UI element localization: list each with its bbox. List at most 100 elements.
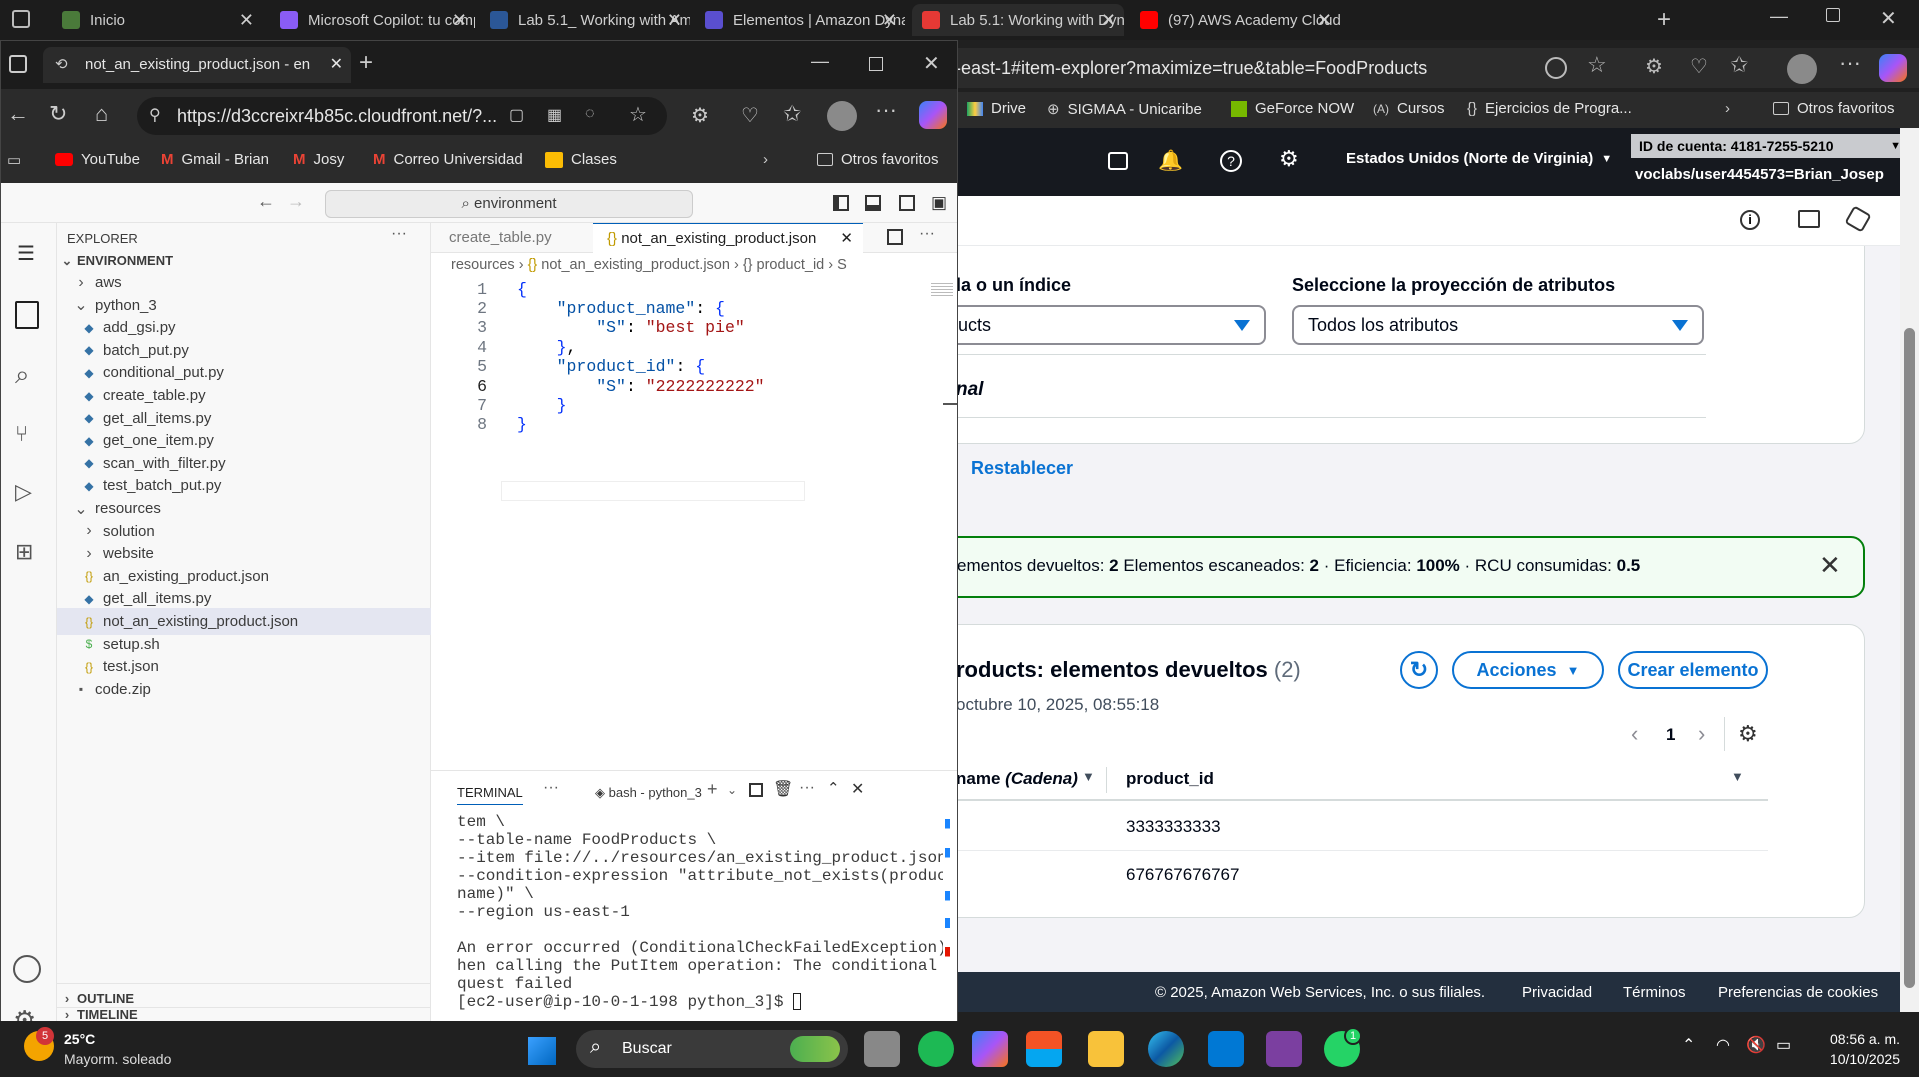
- reset-button[interactable]: Restablecer: [971, 458, 1073, 479]
- browser-tab[interactable]: Lab 5.1: Working with Dynan ✕: [912, 4, 1124, 36]
- privacy-link[interactable]: Privacidad: [1522, 984, 1592, 1001]
- editor-more-icon[interactable]: ···: [919, 225, 935, 243]
- timeline-section[interactable]: › TIMELINE: [57, 1007, 431, 1022]
- browser-tab[interactable]: Elementos | Amazon Dynam ✕: [695, 4, 905, 36]
- clock-date[interactable]: 10/10/2025: [1818, 1051, 1900, 1067]
- tree-item[interactable]: ▪ code.zip: [57, 676, 431, 703]
- favorites-icon[interactable]: ✩: [783, 101, 801, 127]
- cloudshell-icon[interactable]: [1108, 152, 1128, 170]
- new-terminal-icon[interactable]: +: [707, 779, 718, 800]
- nav-back-icon[interactable]: ←: [257, 191, 275, 212]
- cookie-preferences-link[interactable]: Preferencias de cookies: [1718, 984, 1878, 1001]
- explorer-files-icon[interactable]: [15, 301, 39, 329]
- bookmarks-overflow-chevron-icon[interactable]: ›: [1725, 100, 1730, 117]
- close-tab-icon[interactable]: ✕: [882, 10, 897, 31]
- settings-gear-icon[interactable]: ⚙: [1279, 146, 1299, 172]
- scrollbar-thumb[interactable]: [1904, 328, 1915, 988]
- browser-tab[interactable]: (97) AWS Academy Cloud De✕: [1130, 4, 1340, 36]
- trash-icon[interactable]: 🗑: [773, 779, 793, 799]
- bookmarks-overflow-chevron-icon[interactable]: ›: [763, 151, 768, 168]
- notifications-panel-icon[interactable]: [1798, 210, 1820, 228]
- terminal-shell-selector[interactable]: ◈ bash - python_3: [595, 785, 702, 801]
- nav-forward-icon[interactable]: →: [287, 191, 305, 212]
- favorite-star-icon[interactable]: ☆: [1587, 52, 1607, 78]
- spotify-icon[interactable]: [918, 1031, 954, 1067]
- page-scrollbar[interactable]: [1900, 128, 1919, 1012]
- profile-avatar[interactable]: [1787, 54, 1817, 84]
- volume-muted-icon[interactable]: 🔇: [1746, 1035, 1766, 1055]
- menu-icon[interactable]: ☰: [17, 241, 35, 266]
- customize-layout-icon[interactable]: ▣: [931, 193, 947, 213]
- sort-caret-icon[interactable]: ▼: [1731, 769, 1744, 784]
- store-icon[interactable]: [1026, 1031, 1062, 1067]
- minimize-button[interactable]: —: [1770, 6, 1788, 27]
- bookmark-otros-favoritos[interactable]: Otros favoritos: [1773, 100, 1895, 117]
- user-label[interactable]: voclabs/user4454573=Brian_Josep: [1635, 166, 1884, 183]
- start-windows-icon[interactable]: [528, 1037, 556, 1065]
- close-panel-icon[interactable]: ✕: [851, 779, 864, 799]
- tab-not-an-existing-product[interactable]: {} not_an_existing_product.json ✕: [593, 223, 863, 254]
- weather-desc[interactable]: Mayorm. soleado: [64, 1051, 171, 1067]
- site-info-icon[interactable]: ⚲: [149, 105, 161, 125]
- new-tab-button[interactable]: +: [1657, 6, 1671, 34]
- code-line[interactable]: 8}: [431, 413, 957, 437]
- performance-icon[interactable]: ♡: [1690, 54, 1708, 79]
- battery-icon[interactable]: ▭: [1776, 1035, 1791, 1055]
- vscode-app-icon[interactable]: [1208, 1031, 1244, 1067]
- bookmark-clases[interactable]: Clases: [545, 151, 617, 168]
- extensions-icon[interactable]: ⚙: [1645, 54, 1663, 79]
- task-view-icon[interactable]: [864, 1031, 900, 1067]
- tab-actions-icon[interactable]: [12, 10, 30, 28]
- bookmark-josy[interactable]: M Josy: [293, 151, 344, 168]
- bookmark-otros-favoritos[interactable]: Otros favoritos: [817, 151, 939, 168]
- cloudwatch-icon[interactable]: [1844, 205, 1872, 233]
- table-row[interactable]: 676767676767: [955, 851, 1768, 899]
- bookmark-ejercicios[interactable]: {} Ejercicios de Progra...: [1467, 100, 1632, 117]
- toggle-secondary-sidebar-icon[interactable]: [899, 195, 915, 211]
- info-icon[interactable]: i: [1740, 210, 1760, 230]
- split-editor-icon[interactable]: [887, 229, 903, 245]
- index-select[interactable]: ucts: [955, 305, 1266, 345]
- close-tab-icon[interactable]: ✕: [1101, 10, 1116, 31]
- sort-caret-icon[interactable]: ▼: [1082, 769, 1095, 784]
- terminal-more-icon[interactable]: ···: [799, 779, 815, 797]
- screenshot-icon[interactable]: ▢: [509, 105, 524, 125]
- browser-tab[interactable]: Inicio ✕: [52, 4, 262, 36]
- bookmark-youtube[interactable]: YouTube: [55, 151, 140, 168]
- table-settings-gear-icon[interactable]: ⚙: [1738, 721, 1758, 747]
- close-tab-icon[interactable]: ✕: [452, 10, 467, 31]
- sidebar-toggle-icon[interactable]: ▭: [7, 151, 21, 169]
- front-url-field[interactable]: ⚲ https://d3ccreixr4b85c.cloudfront.net/…: [137, 97, 667, 135]
- home-icon[interactable]: ⌂: [95, 101, 108, 127]
- terminal-tab[interactable]: TERMINAL: [457, 785, 523, 805]
- file-explorer-icon[interactable]: [1088, 1031, 1124, 1067]
- refresh-button[interactable]: ↻: [1400, 651, 1438, 689]
- performance-icon[interactable]: ♡: [741, 103, 759, 128]
- profile-avatar[interactable]: [827, 101, 857, 131]
- help-icon[interactable]: ?: [1220, 150, 1242, 172]
- projection-select[interactable]: Todos los atributos: [1292, 305, 1704, 345]
- bookmark-cursos[interactable]: (A) Cursos: [1373, 100, 1445, 117]
- breadcrumb-item[interactable]: not_an_existing_product.json: [541, 257, 730, 273]
- bookmark-correo[interactable]: M Correo Universidad: [373, 151, 523, 168]
- col-product-id-header[interactable]: product_id: [1126, 769, 1214, 789]
- run-debug-icon[interactable]: ▷: [15, 479, 32, 505]
- visual-studio-icon[interactable]: [1266, 1031, 1302, 1067]
- chevron-down-icon[interactable]: ⌄: [727, 783, 737, 797]
- copilot-icon[interactable]: [972, 1031, 1008, 1067]
- minimize-button[interactable]: —: [811, 51, 829, 72]
- breadcrumb-item[interactable]: S: [837, 257, 847, 273]
- favorites-icon[interactable]: ✩: [1730, 52, 1748, 78]
- page-number[interactable]: 1: [1666, 725, 1675, 745]
- more-menu-icon[interactable]: ···: [875, 97, 897, 123]
- actions-button[interactable]: Acciones ▼: [1452, 651, 1604, 689]
- close-tab-icon[interactable]: ✕: [239, 10, 254, 31]
- next-page-icon[interactable]: ›: [1698, 721, 1705, 747]
- toggle-sidebar-icon[interactable]: [833, 195, 849, 211]
- close-button[interactable]: ✕: [1880, 6, 1897, 31]
- terminal-output[interactable]: tem \ --table-name FoodProducts \ --item f…: [431, 813, 943, 1019]
- reload-icon[interactable]: ↻: [49, 101, 67, 127]
- breadcrumb-item[interactable]: resources: [451, 257, 515, 273]
- search-icon[interactable]: ⌕: [15, 359, 30, 391]
- close-tab-icon[interactable]: ✕: [667, 10, 682, 31]
